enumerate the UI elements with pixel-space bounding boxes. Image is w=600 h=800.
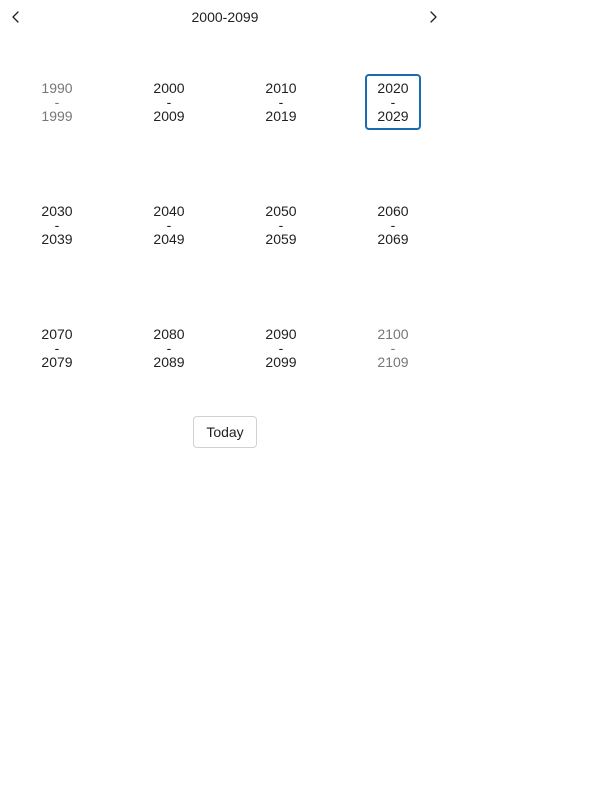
decade-sep-label: -: [278, 340, 284, 356]
decade-start-label: 2030: [41, 203, 73, 219]
decade-sep-label: -: [278, 94, 284, 110]
decade-sep-label: -: [390, 340, 396, 356]
decade-end-label: 1999: [41, 108, 73, 124]
next-century-button[interactable]: [421, 5, 445, 29]
decade-cell[interactable]: 2070-2079: [29, 320, 85, 376]
decade-sep-label: -: [54, 217, 60, 233]
decade-sep-label: -: [166, 94, 172, 110]
decade-start-label: 2100: [377, 326, 409, 342]
decade-sep-label: -: [166, 340, 172, 356]
decade-cell[interactable]: 1990-1999: [29, 74, 85, 130]
decade-cell[interactable]: 2040-2049: [141, 197, 197, 253]
decade-cell[interactable]: 2050-2059: [253, 197, 309, 253]
decade-end-label: 2019: [265, 108, 297, 124]
decade-picker: 2000-2099 1990-1999 2000-2009 2010-2019 202…: [0, 0, 450, 460]
decade-end-label: 2089: [153, 354, 185, 370]
decade-start-label: 2050: [265, 203, 297, 219]
decade-cell[interactable]: 2030-2039: [29, 197, 85, 253]
decade-end-label: 2029: [377, 108, 409, 124]
decade-end-label: 2069: [377, 231, 409, 247]
decade-end-label: 2109: [377, 354, 409, 370]
decade-cell[interactable]: 2000-2009: [141, 74, 197, 130]
decade-sep-label: -: [390, 217, 396, 233]
decade-sep-label: -: [166, 217, 172, 233]
decade-cell[interactable]: 2090-2099: [253, 320, 309, 376]
decade-start-label: 2000: [153, 80, 185, 96]
picker-footer: Today: [0, 416, 450, 448]
decade-end-label: 2009: [153, 108, 185, 124]
chevron-right-icon: [430, 11, 437, 23]
decade-sep-label: -: [390, 94, 396, 110]
decade-sep-label: -: [54, 94, 60, 110]
decade-cell[interactable]: 2020-2029: [365, 74, 421, 130]
picker-header: 2000-2099: [0, 0, 450, 34]
decade-start-label: 2040: [153, 203, 185, 219]
decade-cell[interactable]: 2060-2069: [365, 197, 421, 253]
decade-cell[interactable]: 2080-2089: [141, 320, 197, 376]
decade-end-label: 2059: [265, 231, 297, 247]
decade-end-label: 2039: [41, 231, 73, 247]
decade-end-label: 2049: [153, 231, 185, 247]
decade-cell[interactable]: 2010-2019: [253, 74, 309, 130]
decade-sep-label: -: [54, 340, 60, 356]
decade-sep-label: -: [278, 217, 284, 233]
decade-start-label: 2010: [265, 80, 297, 96]
decade-start-label: 2020: [377, 80, 409, 96]
century-title[interactable]: 2000-2099: [0, 9, 450, 26]
today-button[interactable]: Today: [193, 416, 257, 448]
decade-start-label: 2080: [153, 326, 185, 342]
decade-start-label: 2090: [265, 326, 297, 342]
decade-start-label: 2070: [41, 326, 73, 342]
decade-start-label: 1990: [41, 80, 73, 96]
decade-end-label: 2079: [41, 354, 73, 370]
decade-cell[interactable]: 2100-2109: [365, 320, 421, 376]
decade-start-label: 2060: [377, 203, 409, 219]
decade-end-label: 2099: [265, 354, 297, 370]
